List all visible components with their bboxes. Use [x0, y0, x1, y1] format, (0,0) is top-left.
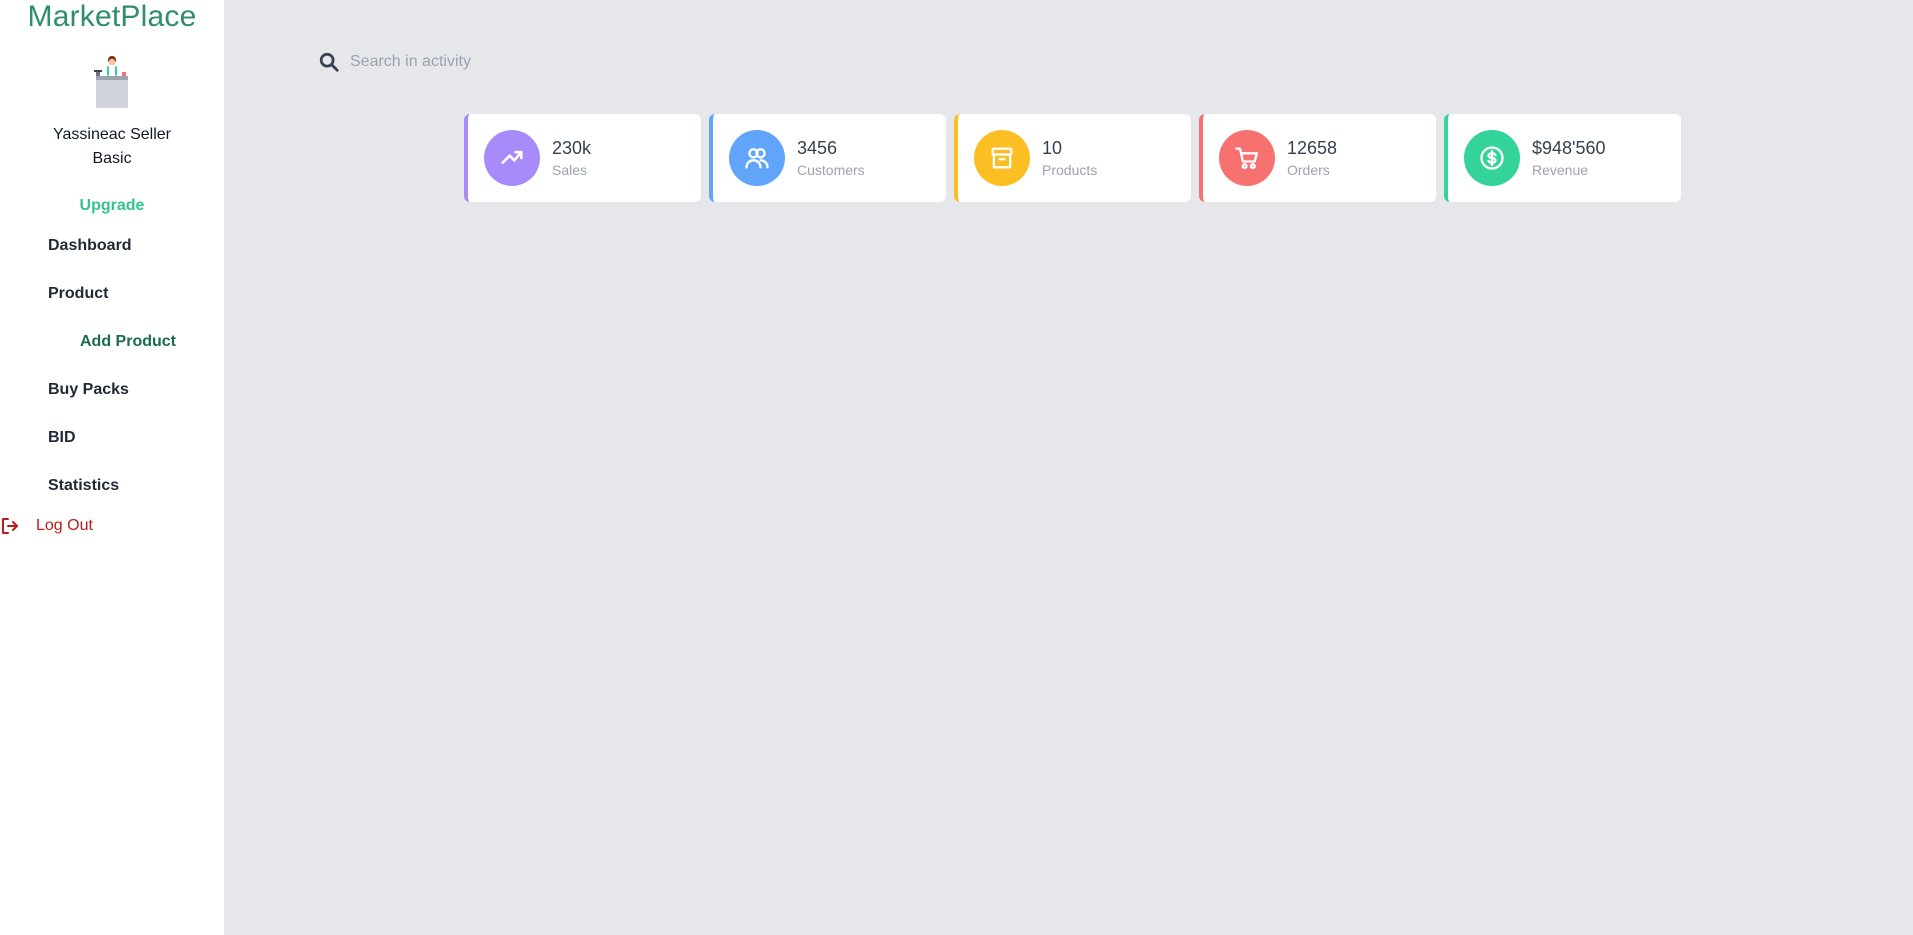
- stat-card-customers: 3456 Customers: [709, 114, 946, 202]
- stat-label: Products: [1042, 162, 1098, 178]
- stat-card-revenue: $948'560 Revenue: [1444, 114, 1681, 202]
- search-input[interactable]: [350, 53, 650, 71]
- logout-icon: [2, 518, 18, 534]
- dollar-icon: [1464, 130, 1520, 186]
- logout-button[interactable]: Log Out: [0, 515, 93, 537]
- users-icon: [729, 130, 785, 186]
- stat-label: Orders: [1287, 162, 1330, 178]
- stat-label: Customers: [797, 162, 865, 178]
- upgrade-link[interactable]: Upgrade: [0, 195, 224, 217]
- nav-product[interactable]: Product: [48, 283, 108, 305]
- nav-add-product[interactable]: Add Product: [80, 331, 176, 353]
- stat-card-sales: 230k Sales: [464, 114, 701, 202]
- seller-avatar: [94, 56, 128, 108]
- stat-label: Revenue: [1532, 162, 1589, 178]
- app: MarketPlace Yassineac Seller Basic Upgra…: [0, 0, 1913, 935]
- trending-up-icon: [484, 130, 540, 186]
- main-content: 230k Sales 3456 Customers: [224, 0, 1913, 935]
- search-icon[interactable]: [318, 51, 340, 73]
- nav-bid[interactable]: BID: [48, 427, 76, 449]
- stat-card-products: 10 Products: [954, 114, 1191, 202]
- nav-dashboard[interactable]: Dashboard: [48, 235, 132, 257]
- user-plan: Basic: [92, 150, 132, 167]
- stat-value: $948'560: [1532, 138, 1606, 158]
- stat-label: Sales: [552, 162, 588, 178]
- user-name: Yassineac Seller: [53, 126, 171, 143]
- stats-cards: 230k Sales 3456 Customers 10 Products 12…: [464, 114, 1681, 202]
- stat-card-orders: 12658 Orders: [1199, 114, 1436, 202]
- stat-value: 230k: [552, 138, 592, 158]
- nav-statistics[interactable]: Statistics: [48, 475, 119, 497]
- brand-logo[interactable]: MarketPlace: [0, 0, 224, 34]
- nav-buy-packs[interactable]: Buy Packs: [48, 379, 129, 401]
- search-bar: [318, 49, 650, 75]
- stat-value: 12658: [1287, 138, 1338, 158]
- stat-value: 10: [1042, 138, 1063, 158]
- sidebar: MarketPlace Yassineac Seller Basic Upgra…: [0, 0, 224, 935]
- logout-label: Log Out: [36, 517, 93, 534]
- cart-icon: [1219, 130, 1275, 186]
- archive-icon: [974, 130, 1030, 186]
- stat-value: 3456: [797, 138, 838, 158]
